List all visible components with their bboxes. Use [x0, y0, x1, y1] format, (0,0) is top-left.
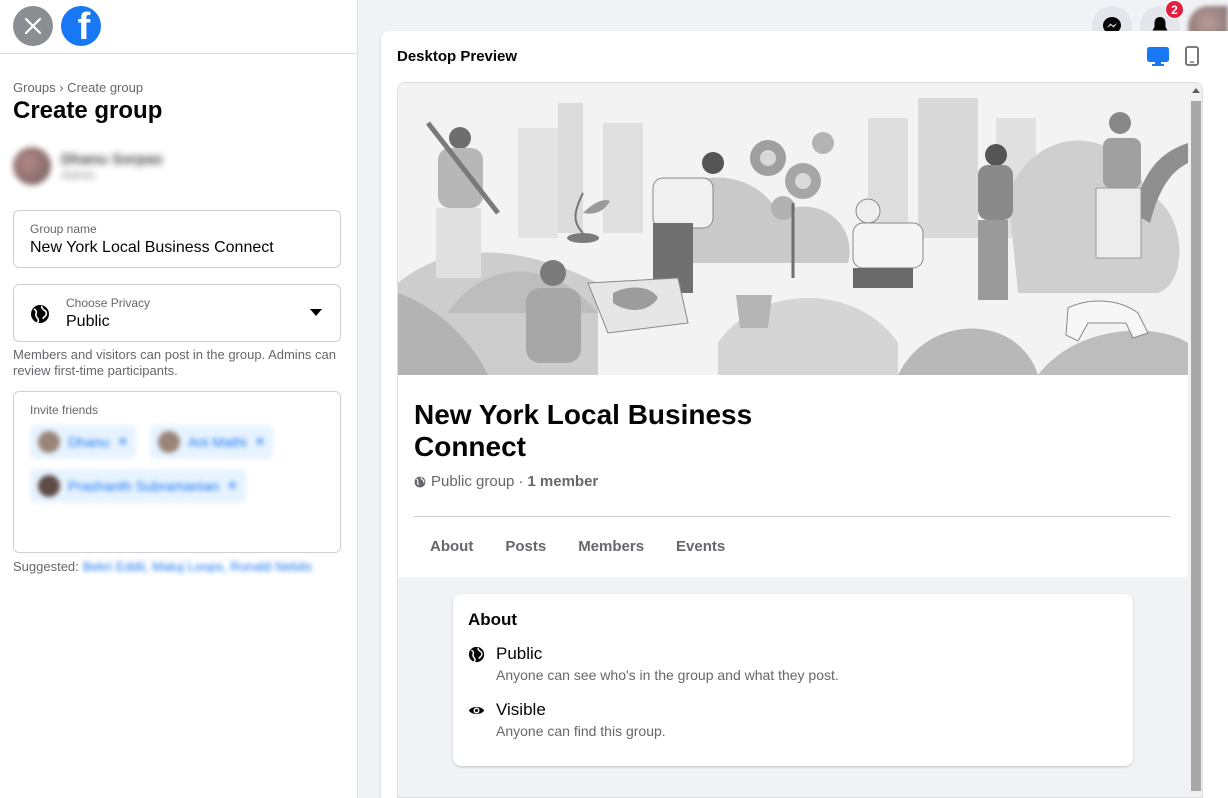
about-card: About Public Anyone can see who's in the…: [453, 594, 1133, 766]
tab-members[interactable]: Members: [562, 517, 660, 577]
remove-chip-icon[interactable]: ✕: [255, 434, 266, 450]
group-member-count[interactable]: 1 member: [527, 473, 598, 490]
scroll-thumb[interactable]: [1191, 101, 1201, 791]
page-title: Create group: [13, 97, 163, 124]
create-group-sidebar: f Groups › Create group Create group Dha…: [0, 0, 358, 798]
sidebar-topbar: f: [0, 0, 357, 54]
group-name-input[interactable]: New York Local Business Connect: [30, 239, 324, 257]
group-meta: Public group · 1 member: [414, 473, 598, 490]
remove-chip-icon[interactable]: ✕: [227, 478, 238, 494]
close-button[interactable]: [13, 6, 53, 46]
breadcrumb[interactable]: Groups › Create group: [13, 80, 143, 95]
group-name-label: Group name: [30, 222, 97, 236]
about-item-desc: Anyone can find this group.: [496, 723, 666, 739]
cover-illustration: [398, 83, 1188, 375]
admin-row: Dhanu Sorpas Admin: [13, 146, 163, 186]
chip-name: Prashanth Subramanian: [68, 478, 219, 494]
avatar: [158, 431, 181, 453]
mobile-icon[interactable]: [1185, 46, 1199, 66]
invite-chips: Dhanu ✕ Ani Mathi ✕ Prashanth Subramania…: [30, 425, 310, 503]
avatar: [13, 147, 51, 185]
invite-friends-field[interactable]: Invite friends Dhanu ✕ Ani Mathi ✕ Prash…: [13, 391, 341, 553]
invite-chip[interactable]: Ani Mathi ✕: [150, 425, 274, 459]
privacy-value: Public: [66, 313, 110, 330]
globe-icon: [31, 305, 49, 324]
remove-chip-icon[interactable]: ✕: [117, 434, 128, 450]
preview-scrollbar[interactable]: [1188, 83, 1202, 797]
about-item-title: Public: [496, 644, 543, 663]
group-header: New York Local Business Connect Public g…: [398, 375, 1188, 577]
suggested-names[interactable]: Bekri Eddii, Matuj Loops, Ronald Nebits: [83, 559, 312, 574]
chip-name: Dhanu: [68, 434, 110, 450]
chip-name: Ani Mathi: [188, 434, 247, 450]
admin-name: Dhanu Sorpas: [61, 150, 163, 168]
globe-icon: [414, 476, 426, 487]
admin-role: Admin: [61, 167, 96, 182]
about-item-public: Public Anyone can see who's in the group…: [468, 644, 839, 683]
invite-chip[interactable]: Prashanth Subramanian ✕: [30, 469, 246, 503]
suggested-friends: Suggested: Bekri Eddii, Matuj Loops, Ron…: [13, 559, 312, 574]
caret-down-icon: [310, 309, 322, 316]
tab-events[interactable]: Events: [660, 517, 741, 577]
tab-about[interactable]: About: [414, 517, 489, 577]
avatar: [38, 475, 60, 497]
about-item-visible: Visible Anyone can find this group.: [468, 700, 666, 739]
about-item-title: Visible: [496, 700, 546, 719]
invite-label: Invite friends: [30, 403, 99, 417]
about-title: About: [468, 610, 518, 629]
about-item-desc: Anyone can see who's in the group and wh…: [496, 667, 839, 683]
privacy-select[interactable]: Choose Privacy Public: [13, 284, 341, 342]
privacy-help-text: Members and visitors can post in the gro…: [13, 347, 336, 378]
group-privacy-text: Public group: [431, 473, 515, 490]
desktop-icon[interactable]: [1147, 47, 1169, 67]
scroll-up-arrow-icon[interactable]: [1192, 88, 1200, 93]
suggested-label: Suggested:: [13, 559, 79, 574]
group-name-field[interactable]: Group name New York Local Business Conne…: [13, 210, 341, 268]
eye-icon: [468, 706, 485, 715]
privacy-label: Choose Privacy: [66, 296, 151, 310]
preview-card: Desktop Preview New York Local Business …: [381, 31, 1228, 798]
group-title: New York Local Business Connect: [414, 399, 753, 462]
cover-photo: [398, 83, 1188, 375]
globe-icon: [468, 646, 485, 663]
facebook-logo-icon[interactable]: f: [61, 6, 101, 46]
group-tabs: About Posts Members Events: [414, 517, 741, 577]
meta-separator: ·: [518, 473, 524, 490]
notification-badge: 2: [1165, 0, 1184, 19]
preview-frame: New York Local Business Connect Public g…: [397, 82, 1203, 798]
close-icon: [24, 17, 42, 35]
avatar: [38, 431, 60, 453]
invite-chip[interactable]: Dhanu ✕: [30, 425, 137, 459]
preview-title: Desktop Preview: [397, 48, 518, 65]
tab-posts[interactable]: Posts: [489, 517, 562, 577]
